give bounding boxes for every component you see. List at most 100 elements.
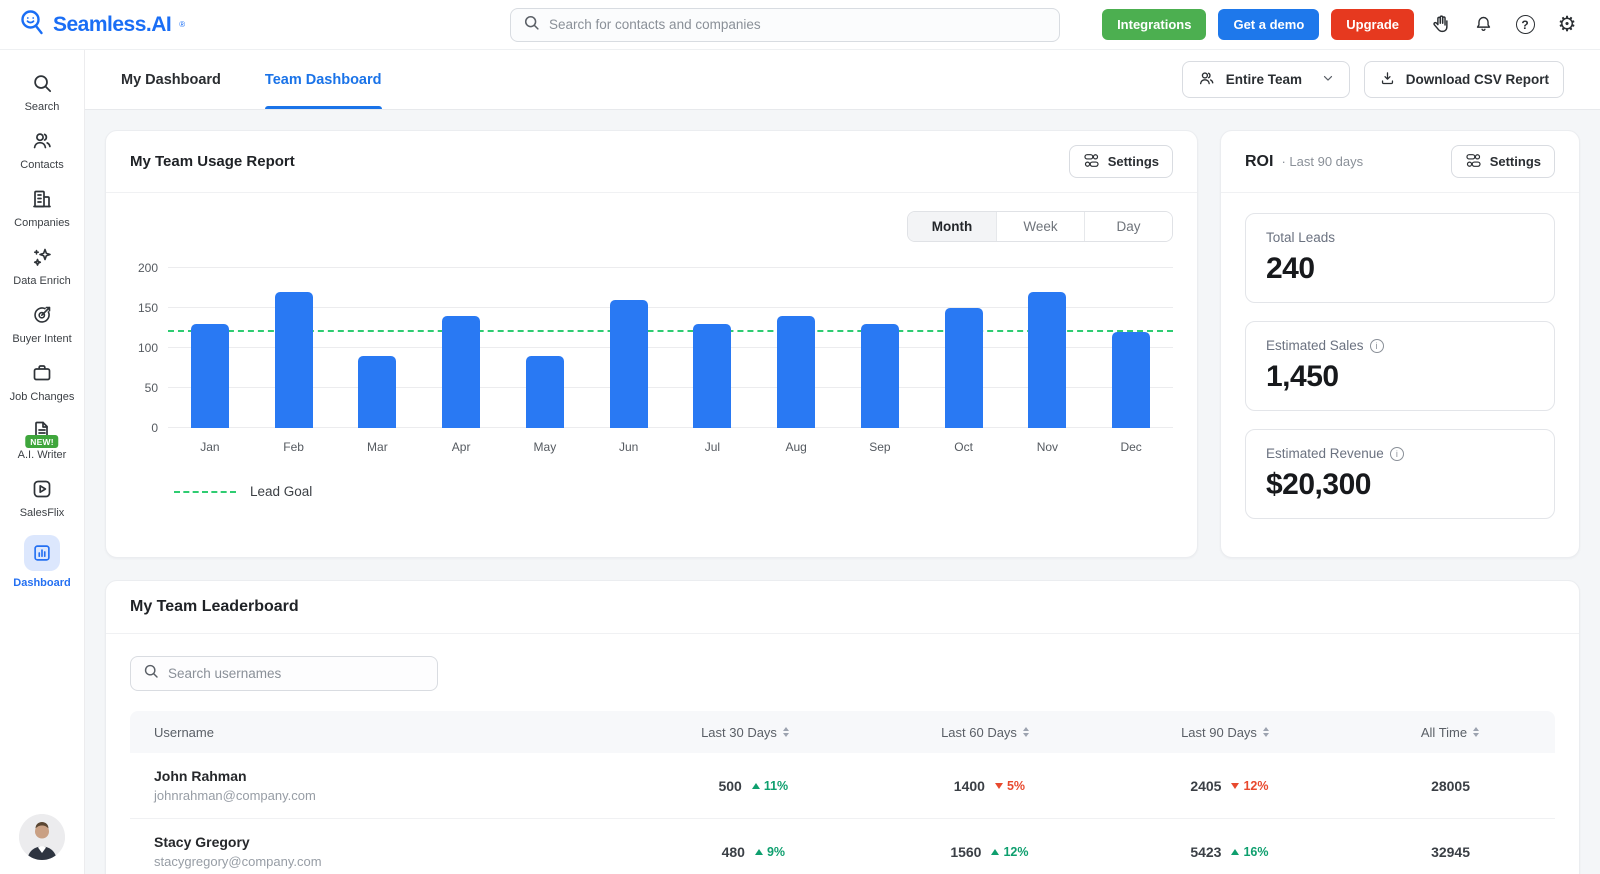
trend-up-badge: 9% [755, 845, 785, 859]
y-tick-label: 100 [138, 341, 158, 355]
stat-value: $20,300 [1266, 468, 1534, 502]
period-option-month[interactable]: Month [908, 212, 996, 241]
metric-value: 5423 [1181, 844, 1221, 860]
sort-icon[interactable] [783, 727, 789, 737]
column-header-all-time[interactable]: All Time [1345, 725, 1555, 740]
roi-period: Last 90 days [1281, 154, 1363, 169]
metric-value: 500 [702, 778, 742, 794]
new-badge: NEW! [25, 435, 58, 448]
sidebar-label: A.I. Writer [18, 449, 67, 461]
period-option-week[interactable]: Week [996, 212, 1084, 241]
x-tick-label: Mar [336, 440, 420, 454]
global-search-input[interactable] [549, 17, 1047, 32]
sort-icon[interactable] [1263, 727, 1269, 737]
trend-up-badge: 12% [991, 845, 1028, 859]
dashboard-icon [24, 535, 60, 571]
usage-settings-button[interactable]: Settings [1069, 145, 1173, 178]
sidebar-item-contacts[interactable]: Contacts [2, 129, 82, 171]
team-select-value: Entire Team [1226, 72, 1302, 87]
bar-oct [945, 308, 983, 428]
metric-value: 1560 [941, 844, 981, 860]
search-icon [523, 14, 540, 36]
trend-up-arrow-icon [1231, 849, 1239, 855]
upgrade-button[interactable]: Upgrade [1331, 9, 1414, 40]
team-select-dropdown[interactable]: Entire Team [1182, 61, 1350, 98]
user-name: John Rahman [154, 768, 625, 784]
user-cell: Stacy Gregorystacygregory@company.com [130, 834, 625, 869]
leaderboard-title: My Team Leaderboard [130, 598, 299, 615]
info-icon[interactable] [1370, 339, 1384, 353]
bar-jan [191, 324, 229, 428]
usage-bar-chart: 050100150200 [130, 268, 1173, 428]
roi-stat-estimated-sales: Estimated Sales 1,450 [1245, 321, 1555, 411]
hand-raise-icon[interactable] [1426, 10, 1456, 40]
x-tick-label: Apr [419, 440, 503, 454]
companies-icon [30, 187, 54, 211]
sidebar-item-salesflix[interactable]: SalesFlix [2, 477, 82, 519]
x-tick-label: Nov [1006, 440, 1090, 454]
username-search-input[interactable] [168, 666, 425, 681]
sidebar-item-search[interactable]: Search [2, 72, 82, 113]
global-search[interactable] [510, 8, 1060, 42]
sort-icon[interactable] [1473, 727, 1479, 737]
metric-cell: 28005 [1345, 778, 1555, 794]
column-header-username: Username [130, 725, 625, 740]
metric-value: 2405 [1181, 778, 1221, 794]
logo-trademark: ® [179, 20, 185, 29]
roi-stat-total-leads: Total Leads240 [1245, 213, 1555, 303]
roi-title: ROI [1245, 153, 1273, 171]
metric-value: 1400 [945, 778, 985, 794]
sidebar-item-job-changes[interactable]: Job Changes [2, 361, 82, 403]
sort-icon[interactable] [1023, 727, 1029, 737]
x-tick-label: Jun [587, 440, 671, 454]
x-tick-label: May [503, 440, 587, 454]
search-icon [143, 663, 159, 684]
tab-my-dashboard[interactable]: My Dashboard [121, 50, 221, 109]
settings-label: Settings [1108, 154, 1159, 169]
gear-icon[interactable]: ⚙ [1552, 10, 1582, 40]
notifications-bell-icon[interactable] [1468, 10, 1498, 40]
x-tick-label: Aug [754, 440, 838, 454]
integrations-button[interactable]: Integrations [1102, 9, 1206, 40]
download-csv-label: Download CSV Report [1406, 72, 1549, 87]
bar-mar [358, 356, 396, 428]
sidebar-item-buyer-intent[interactable]: Buyer Intent [2, 303, 82, 345]
tab-team-dashboard[interactable]: Team Dashboard [265, 50, 382, 109]
sidebar-item-dashboard[interactable]: Dashboard [2, 535, 82, 589]
seamless-logo[interactable]: Seamless.AI ® [18, 8, 185, 41]
sidebar-label: Companies [14, 217, 70, 229]
search-icon [31, 72, 54, 95]
metric-cell: 14005% [865, 778, 1105, 794]
period-option-day[interactable]: Day [1084, 212, 1172, 241]
sidebar-label: Buyer Intent [12, 333, 71, 345]
trend-down-arrow-icon [1231, 783, 1239, 789]
sidebar-item-data-enrich[interactable]: Data Enrich [2, 245, 82, 287]
user-avatar[interactable] [19, 814, 65, 860]
column-header-last-60-days[interactable]: Last 60 Days [865, 725, 1105, 740]
bar-jun [610, 300, 648, 428]
stat-value: 1,450 [1266, 360, 1534, 394]
bar-apr [442, 316, 480, 428]
metric-value: 32945 [1430, 844, 1470, 860]
bar-aug [777, 316, 815, 428]
x-tick-label: Jul [671, 440, 755, 454]
info-icon[interactable] [1390, 447, 1404, 461]
stat-label: Estimated Sales [1266, 338, 1364, 353]
roi-settings-button[interactable]: Settings [1451, 145, 1555, 178]
get-a-demo-button[interactable]: Get a demo [1218, 9, 1319, 40]
ai-writer-icon: NEW! [30, 419, 54, 443]
column-header-last-30-days[interactable]: Last 30 Days [625, 725, 865, 740]
column-header-last-90-days[interactable]: Last 90 Days [1105, 725, 1345, 740]
settings-sliders-icon [1083, 152, 1100, 172]
y-tick-label: 150 [138, 301, 158, 315]
metric-value: 28005 [1430, 778, 1470, 794]
sidebar-item-ai-writer[interactable]: NEW! A.I. Writer [2, 419, 82, 461]
lead-goal-dash-sample [174, 491, 236, 493]
user-email: johnrahman@company.com [154, 788, 625, 803]
username-search[interactable] [130, 656, 438, 691]
download-csv-button[interactable]: Download CSV Report [1364, 61, 1564, 98]
sidebar-label: Data Enrich [13, 275, 70, 287]
sidebar-item-companies[interactable]: Companies [2, 187, 82, 229]
help-icon[interactable] [1510, 10, 1540, 40]
sidebar-label: SalesFlix [20, 507, 65, 519]
